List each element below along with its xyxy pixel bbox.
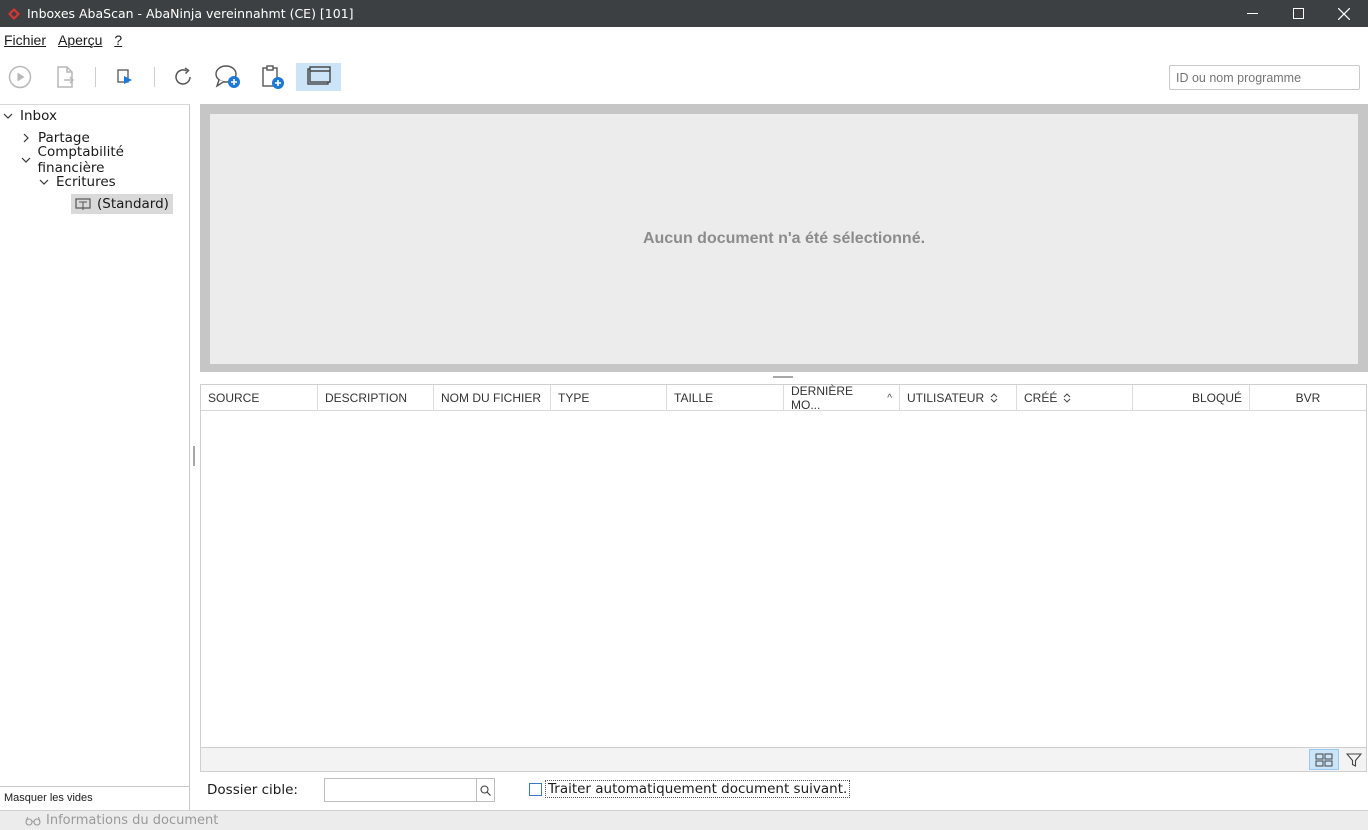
tree-item-inbox[interactable]: Inbox [2, 106, 57, 126]
add-comment-button[interactable] [213, 62, 243, 92]
app-logo-icon [8, 7, 20, 20]
chevron-right-icon[interactable] [20, 132, 32, 144]
column-label: TAILLE [674, 391, 714, 405]
column-header-size[interactable]: TAILLE [667, 385, 784, 411]
grid-view-button[interactable] [1309, 749, 1339, 770]
filter-icon [1346, 752, 1362, 767]
column-header-type[interactable]: TYPE [551, 385, 667, 411]
column-header-description[interactable]: DESCRIPTION [318, 385, 434, 411]
column-label: TYPE [558, 391, 590, 405]
column-header-bvr[interactable]: BVR [1250, 385, 1366, 411]
play-icon [8, 65, 32, 89]
column-label: DERNIÈRE MO... [791, 384, 854, 412]
chevron-down-icon[interactable] [20, 154, 32, 166]
column-header-source[interactable]: SOURCE [201, 385, 318, 411]
column-label: BVR [1295, 391, 1321, 405]
auto-process-label[interactable]: Traiter automatiquement document suivant… [545, 780, 851, 798]
document-preview: Aucun document n'a été sélectionné. [210, 114, 1358, 364]
target-folder-bar: Dossier cible: Traiter automatiquement d… [200, 776, 1368, 806]
vertical-splitter[interactable] [193, 446, 195, 466]
chevron-down-icon[interactable] [38, 176, 50, 188]
export-document-icon [57, 66, 75, 88]
table-header: SOURCE DESCRIPTION NOM DU FICHIER TYPE T… [201, 384, 1366, 412]
column-label: DESCRIPTION [325, 391, 408, 405]
tree-item-standard[interactable]: (Standard) [71, 194, 173, 214]
column-header-locked[interactable]: BLOQUÉ [1133, 385, 1250, 411]
column-label: SOURCE [208, 391, 260, 405]
send-button[interactable] [110, 62, 140, 92]
toolbar [0, 58, 1368, 96]
hide-empty-toggle[interactable]: Masquer les vides [0, 786, 189, 810]
sort-toggle-icon [1063, 393, 1071, 403]
maximize-icon [1292, 8, 1304, 19]
program-search-input[interactable] [1169, 65, 1360, 90]
column-label: CRÉÉ [1024, 391, 1058, 405]
minimize-button[interactable] [1229, 0, 1275, 27]
tree-panel: Inbox Partage Comptabilité financière Ec… [0, 104, 190, 810]
target-folder-search-button[interactable] [476, 778, 495, 802]
refresh-icon [175, 67, 191, 85]
maximize-button[interactable] [1275, 0, 1321, 27]
play-button[interactable] [5, 62, 35, 92]
menu-fichier[interactable]: Fichier [4, 32, 46, 48]
export-document-button[interactable] [50, 62, 80, 92]
window-view-button[interactable] [296, 63, 341, 91]
menu-apercu[interactable]: Aperçu [58, 32, 102, 48]
documents-table: SOURCE DESCRIPTION NOM DU FICHIER TYPE T… [200, 384, 1367, 772]
column-header-user[interactable]: UTILISATEUR [900, 385, 1017, 411]
column-header-created[interactable]: CRÉÉ [1017, 385, 1133, 411]
auto-process-checkbox[interactable] [529, 783, 542, 796]
column-label: BLOQUÉ [1191, 391, 1242, 405]
close-icon [1338, 7, 1350, 20]
title-bar: Inboxes AbaScan - AbaNinja vereinnahmt (… [0, 0, 1368, 27]
add-comment-icon [215, 65, 240, 88]
chevron-down-icon[interactable] [2, 110, 14, 122]
tree-item-label: (Standard) [97, 196, 169, 212]
menu-bar: Fichier Aperçu ? [0, 28, 130, 52]
window-title: Inboxes AbaScan - AbaNinja vereinnahmt (… [27, 6, 354, 21]
table-footer [201, 747, 1366, 771]
horizontal-splitter[interactable] [773, 376, 793, 378]
document-info-toggle[interactable]: Informations du document [25, 813, 218, 828]
filter-button[interactable] [1342, 749, 1366, 770]
column-header-filename[interactable]: NOM DU FICHIER [434, 385, 551, 411]
tree-item-label: Inbox [20, 108, 57, 124]
tree-item-label: Ecritures [56, 174, 116, 190]
column-label: UTILISATEUR [907, 391, 985, 405]
target-folder-input[interactable] [324, 778, 476, 802]
document-info-label: Informations du document [46, 813, 219, 828]
glasses-icon [25, 816, 41, 826]
document-preview-frame: Aucun document n'a été sélectionné. [200, 104, 1368, 372]
column-header-last-modified[interactable]: DERNIÈRE MO... ^ [784, 384, 900, 412]
toolbar-separator [95, 67, 96, 87]
send-icon [117, 69, 132, 84]
close-button[interactable] [1321, 0, 1367, 27]
window-view-icon [306, 66, 331, 85]
grid-view-icon [1315, 753, 1333, 766]
sort-toggle-icon [990, 393, 998, 403]
sort-ascending-icon: ^ [887, 392, 892, 404]
add-clipboard-button[interactable] [258, 62, 288, 92]
minimize-icon [1246, 13, 1258, 14]
add-clipboard-icon [262, 65, 284, 89]
target-folder-label: Dossier cible: [207, 782, 298, 798]
menu-help[interactable]: ? [114, 32, 122, 48]
refresh-button[interactable] [168, 62, 198, 92]
tree-item-comptabilite[interactable]: Comptabilité financière [20, 144, 189, 176]
tree-item-ecritures[interactable]: Ecritures [38, 172, 116, 192]
toolbar-separator [154, 67, 155, 87]
search-icon [480, 784, 491, 796]
inbox-profile-icon [75, 198, 91, 210]
status-bar: Informations du document [0, 810, 1368, 830]
column-label: NOM DU FICHIER [441, 391, 541, 405]
no-document-message: Aucun document n'a été sélectionné. [642, 230, 926, 247]
